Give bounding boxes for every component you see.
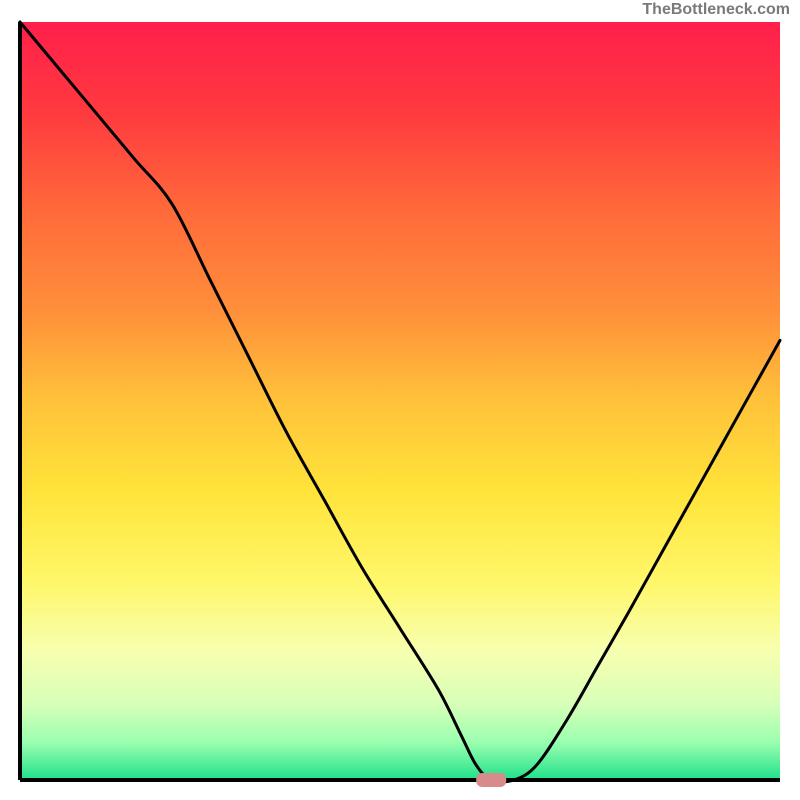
chart-svg [0,0,800,800]
attribution-text: TheBottleneck.com [642,0,790,19]
chart-container: { "attribution": "TheBottleneck.com", "c… [0,0,800,800]
plot-background [20,22,780,780]
optimum-marker [476,773,506,787]
